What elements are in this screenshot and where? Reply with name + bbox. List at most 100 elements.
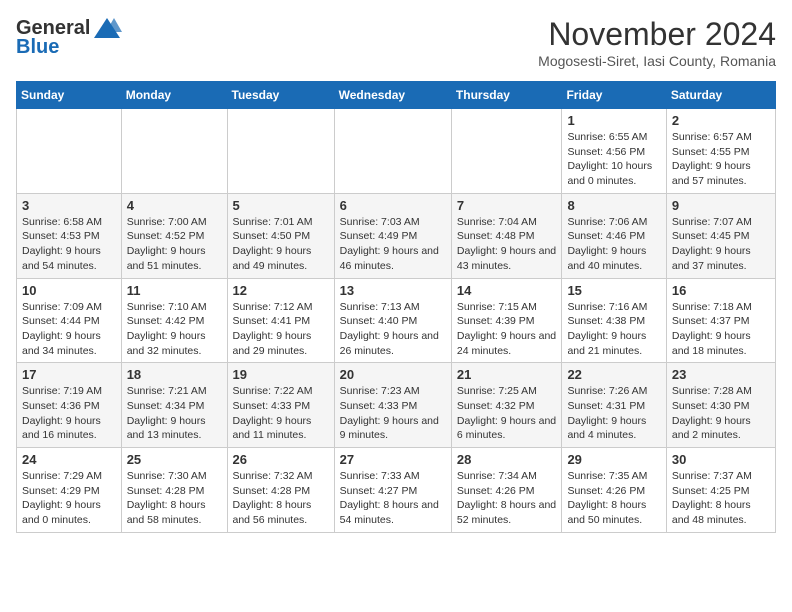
day-info: Sunrise: 6:57 AM Sunset: 4:55 PM Dayligh…	[672, 130, 770, 189]
day-number: 15	[567, 283, 660, 298]
day-cell	[17, 109, 122, 194]
logo-area: General Blue	[16, 16, 122, 59]
day-info: Sunrise: 7:12 AM Sunset: 4:41 PM Dayligh…	[233, 300, 329, 359]
day-number: 3	[22, 198, 116, 213]
day-cell: 30Sunrise: 7:37 AM Sunset: 4:25 PM Dayli…	[666, 448, 775, 533]
day-number: 14	[457, 283, 557, 298]
page-header: General Blue November 2024 Mogosesti-Sir…	[16, 16, 776, 69]
day-cell: 17 Sunrise: 7:19 AM Sunset: 4:36 PM Dayli…	[17, 363, 122, 448]
day-cell: 10 Sunrise: 7:09 AM Sunset: 4:44 PM Dayli…	[17, 278, 122, 363]
week-row-2: 10 Sunrise: 7:09 AM Sunset: 4:44 PM Dayli…	[17, 278, 776, 363]
day-info: Sunrise: 7:29 AM Sunset: 4:29 PM Dayligh…	[22, 469, 116, 528]
day-number: 9	[672, 198, 770, 213]
day-cell: 24 Sunrise: 7:29 AM Sunset: 4:29 PM Dayli…	[17, 448, 122, 533]
calendar-header: SundayMondayTuesdayWednesdayThursdayFrid…	[17, 82, 776, 109]
day-cell: 27 Sunrise: 7:33 AM Sunset: 4:27 PM Dayli…	[334, 448, 451, 533]
day-cell: 4Sunrise: 7:00 AM Sunset: 4:52 PM Daylig…	[121, 193, 227, 278]
header-sunday: Sunday	[17, 82, 122, 109]
week-row-0: 1 Sunrise: 6:55 AM Sunset: 4:56 PM Daylig…	[17, 109, 776, 194]
day-info: Sunrise: 7:16 AM Sunset: 4:38 PM Dayligh…	[567, 300, 660, 359]
day-number: 1	[567, 113, 660, 128]
day-number: 26	[233, 452, 329, 467]
day-info: Sunrise: 7:06 AM Sunset: 4:46 PM Dayligh…	[567, 215, 660, 274]
day-cell: 18 Sunrise: 7:21 AM Sunset: 4:34 PM Dayli…	[121, 363, 227, 448]
day-cell: 19 Sunrise: 7:22 AM Sunset: 4:33 PM Dayli…	[227, 363, 334, 448]
day-cell: 5Sunrise: 7:01 AM Sunset: 4:50 PM Daylig…	[227, 193, 334, 278]
day-info: Sunrise: 7:22 AM Sunset: 4:33 PM Dayligh…	[233, 384, 329, 443]
logo-blue-text: Blue	[16, 36, 59, 59]
day-number: 17	[22, 367, 116, 382]
day-number: 23	[672, 367, 770, 382]
day-number: 25	[127, 452, 222, 467]
header-saturday: Saturday	[666, 82, 775, 109]
day-number: 10	[22, 283, 116, 298]
day-cell: 25 Sunrise: 7:30 AM Sunset: 4:28 PM Dayli…	[121, 448, 227, 533]
day-number: 28	[457, 452, 557, 467]
day-info: Sunrise: 7:19 AM Sunset: 4:36 PM Dayligh…	[22, 384, 116, 443]
day-number: 8	[567, 198, 660, 213]
day-number: 4	[127, 198, 222, 213]
day-cell: 26 Sunrise: 7:32 AM Sunset: 4:28 PM Dayli…	[227, 448, 334, 533]
day-cell: 14 Sunrise: 7:15 AM Sunset: 4:39 PM Dayli…	[451, 278, 562, 363]
calendar-body: 1 Sunrise: 6:55 AM Sunset: 4:56 PM Daylig…	[17, 109, 776, 533]
day-info: Sunrise: 7:21 AM Sunset: 4:34 PM Dayligh…	[127, 384, 222, 443]
day-number: 30	[672, 452, 770, 467]
header-monday: Monday	[121, 82, 227, 109]
day-info: Sunrise: 7:35 AM Sunset: 4:26 PM Dayligh…	[567, 469, 660, 528]
day-cell: 20 Sunrise: 7:23 AM Sunset: 4:33 PM Dayli…	[334, 363, 451, 448]
day-info: Sunrise: 7:10 AM Sunset: 4:42 PM Dayligh…	[127, 300, 222, 359]
header-wednesday: Wednesday	[334, 82, 451, 109]
day-cell: 2Sunrise: 6:57 AM Sunset: 4:55 PM Daylig…	[666, 109, 775, 194]
day-number: 19	[233, 367, 329, 382]
day-info: Sunrise: 7:25 AM Sunset: 4:32 PM Dayligh…	[457, 384, 557, 443]
subtitle: Mogosesti-Siret, Iasi County, Romania	[538, 53, 776, 69]
day-cell	[334, 109, 451, 194]
day-cell: 3Sunrise: 6:58 AM Sunset: 4:53 PM Daylig…	[17, 193, 122, 278]
day-info: Sunrise: 7:34 AM Sunset: 4:26 PM Dayligh…	[457, 469, 557, 528]
month-title: November 2024	[538, 16, 776, 53]
day-info: Sunrise: 7:04 AM Sunset: 4:48 PM Dayligh…	[457, 215, 557, 274]
day-number: 18	[127, 367, 222, 382]
day-cell: 29 Sunrise: 7:35 AM Sunset: 4:26 PM Dayli…	[562, 448, 666, 533]
day-cell: 28 Sunrise: 7:34 AM Sunset: 4:26 PM Dayli…	[451, 448, 562, 533]
calendar-table: SundayMondayTuesdayWednesdayThursdayFrid…	[16, 81, 776, 533]
day-info: Sunrise: 6:55 AM Sunset: 4:56 PM Dayligh…	[567, 130, 660, 189]
day-number: 27	[340, 452, 446, 467]
day-info: Sunrise: 7:18 AM Sunset: 4:37 PM Dayligh…	[672, 300, 770, 359]
day-number: 7	[457, 198, 557, 213]
day-number: 20	[340, 367, 446, 382]
day-info: Sunrise: 7:30 AM Sunset: 4:28 PM Dayligh…	[127, 469, 222, 528]
day-number: 24	[22, 452, 116, 467]
day-number: 29	[567, 452, 660, 467]
day-number: 6	[340, 198, 446, 213]
day-info: Sunrise: 7:23 AM Sunset: 4:33 PM Dayligh…	[340, 384, 446, 443]
week-row-1: 3Sunrise: 6:58 AM Sunset: 4:53 PM Daylig…	[17, 193, 776, 278]
day-info: Sunrise: 7:26 AM Sunset: 4:31 PM Dayligh…	[567, 384, 660, 443]
day-number: 13	[340, 283, 446, 298]
day-number: 16	[672, 283, 770, 298]
day-info: Sunrise: 7:07 AM Sunset: 4:45 PM Dayligh…	[672, 215, 770, 274]
day-number: 12	[233, 283, 329, 298]
day-info: Sunrise: 7:28 AM Sunset: 4:30 PM Dayligh…	[672, 384, 770, 443]
day-cell	[451, 109, 562, 194]
header-row: SundayMondayTuesdayWednesdayThursdayFrid…	[17, 82, 776, 109]
day-cell: 7 Sunrise: 7:04 AM Sunset: 4:48 PM Daylig…	[451, 193, 562, 278]
day-cell: 1 Sunrise: 6:55 AM Sunset: 4:56 PM Daylig…	[562, 109, 666, 194]
header-thursday: Thursday	[451, 82, 562, 109]
day-cell: 15 Sunrise: 7:16 AM Sunset: 4:38 PM Dayli…	[562, 278, 666, 363]
week-row-4: 24 Sunrise: 7:29 AM Sunset: 4:29 PM Dayli…	[17, 448, 776, 533]
day-cell: 22 Sunrise: 7:26 AM Sunset: 4:31 PM Dayli…	[562, 363, 666, 448]
day-number: 21	[457, 367, 557, 382]
day-cell: 21 Sunrise: 7:25 AM Sunset: 4:32 PM Dayli…	[451, 363, 562, 448]
day-cell	[227, 109, 334, 194]
day-info: Sunrise: 7:03 AM Sunset: 4:49 PM Dayligh…	[340, 215, 446, 274]
day-number: 22	[567, 367, 660, 382]
day-info: Sunrise: 7:15 AM Sunset: 4:39 PM Dayligh…	[457, 300, 557, 359]
day-info: Sunrise: 7:09 AM Sunset: 4:44 PM Dayligh…	[22, 300, 116, 359]
header-friday: Friday	[562, 82, 666, 109]
day-cell: 16 Sunrise: 7:18 AM Sunset: 4:37 PM Dayli…	[666, 278, 775, 363]
day-info: Sunrise: 7:33 AM Sunset: 4:27 PM Dayligh…	[340, 469, 446, 528]
day-info: Sunrise: 7:01 AM Sunset: 4:50 PM Dayligh…	[233, 215, 329, 274]
day-info: Sunrise: 7:32 AM Sunset: 4:28 PM Dayligh…	[233, 469, 329, 528]
day-cell: 12 Sunrise: 7:12 AM Sunset: 4:41 PM Dayli…	[227, 278, 334, 363]
